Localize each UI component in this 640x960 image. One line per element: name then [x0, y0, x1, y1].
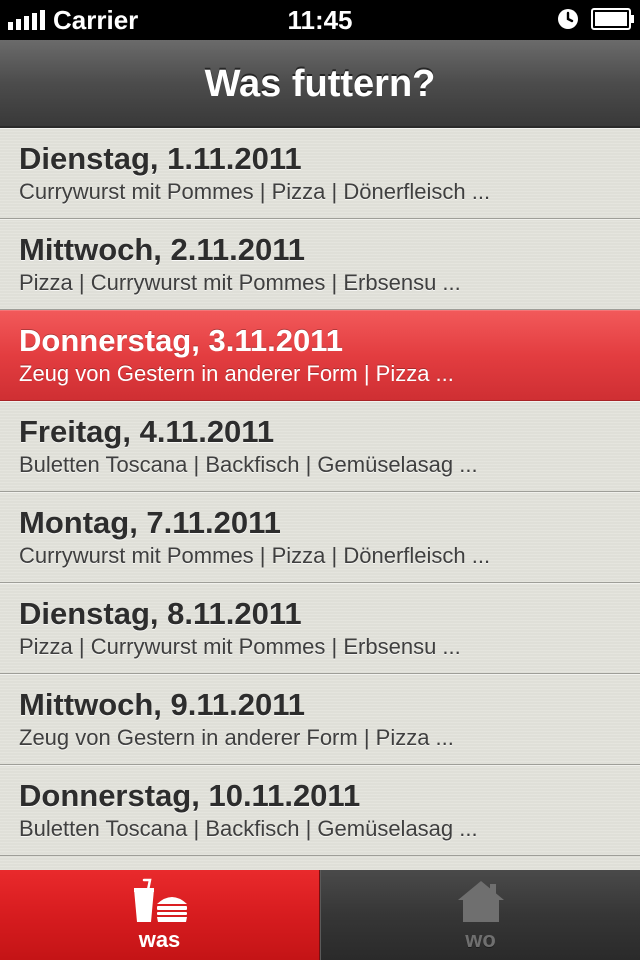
list-item-date: Freitag, 4.11.2011 — [19, 414, 275, 449]
list-item-dishes: Pizza | Currywurst mit Pommes | Erbsensu… — [19, 634, 461, 659]
list-item-date: Dienstag, 8.11.2011 — [19, 596, 302, 631]
tab-was-label: was — [138, 927, 181, 952]
list-item-dishes: Currywurst mit Pommes | Pizza | Dönerfle… — [19, 179, 491, 204]
tab-wo-label: wo — [465, 927, 496, 952]
list-item[interactable]: Freitag, 4.11.2011 Buletten Toscana | Ba… — [0, 401, 640, 492]
status-bar: Carrier 11:45 — [0, 0, 640, 40]
list-item[interactable]: Dienstag, 8.11.2011 Pizza | Currywurst m… — [0, 583, 640, 674]
list-item[interactable]: Montag, 7.11.2011 Currywurst mit Pommes … — [0, 492, 640, 583]
list-item-date: Mittwoch, 2.11.2011 — [19, 232, 306, 267]
house-icon — [457, 881, 504, 922]
list-item-dishes: Zeug von Gestern in anderer Form | Pizza… — [19, 725, 454, 750]
tab-was[interactable]: was — [0, 870, 320, 960]
list-item-dishes: Pizza | Currywurst mit Pommes | Erbsensu… — [19, 270, 461, 295]
list-item[interactable]: Dienstag, 1.11.2011 Currywurst mit Pomme… — [0, 128, 640, 219]
list-item-date: Montag, 7.11.2011 — [19, 505, 281, 540]
list-item-dishes: Buletten Toscana | Backfisch | Gemüselas… — [19, 816, 478, 841]
status-time: 11:45 — [287, 5, 353, 35]
day-menu-list[interactable]: Dienstag, 1.11.2011 Currywurst mit Pomme… — [0, 128, 640, 870]
list-item-dishes: Buletten Toscana | Backfisch | Gemüselas… — [19, 452, 478, 477]
list-item-date: Donnerstag, 3.11.2011 — [19, 323, 343, 358]
list-item-date: Dienstag, 1.11.2011 — [19, 141, 302, 176]
list-item[interactable]: Mittwoch, 9.11.2011 Zeug von Gestern in … — [0, 674, 640, 765]
list-item[interactable]: Donnerstag, 10.11.2011 Buletten Toscana … — [0, 765, 640, 856]
list-item-dishes: Currywurst mit Pommes | Pizza | Dönerfle… — [19, 543, 491, 568]
list-item-selected[interactable]: Donnerstag, 3.11.2011 Zeug von Gestern i… — [0, 310, 640, 401]
navigation-bar: Was futtern? — [0, 40, 640, 128]
page-title: Was futtern? — [204, 63, 436, 105]
list-item[interactable]: Mittwoch, 2.11.2011 Pizza | Currywurst m… — [0, 219, 640, 310]
list-item-date: Donnerstag, 10.11.2011 — [19, 778, 361, 813]
list-item-date: Mittwoch, 9.11.2011 — [19, 687, 306, 722]
tab-wo[interactable]: wo — [320, 870, 640, 960]
alarm-icon — [558, 9, 578, 29]
drink-burger-icon — [133, 878, 187, 922]
battery-icon — [591, 8, 634, 30]
app-screen: Carrier 11:45 Was futtern? Dienstag, 1.1… — [0, 0, 640, 960]
tab-bar: was wo — [0, 870, 640, 960]
list-item-dishes: Zeug von Gestern in anderer Form | Pizza… — [19, 361, 454, 386]
